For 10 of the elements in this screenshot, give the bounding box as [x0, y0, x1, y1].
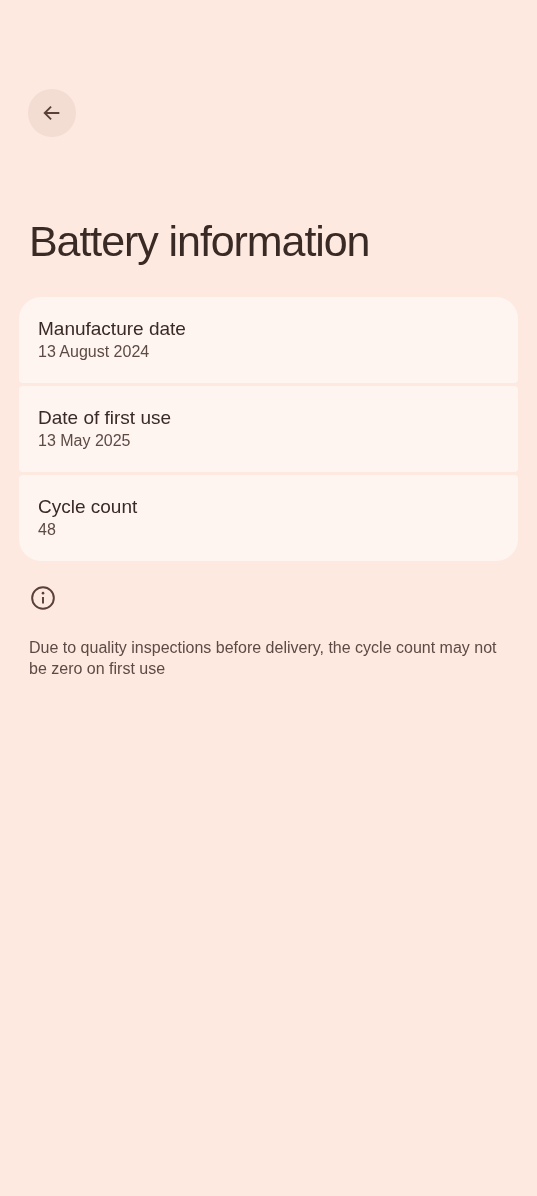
item-value: 13 May 2025: [38, 431, 132, 451]
item-value: 48: [38, 520, 57, 540]
item-label: Date of first use: [38, 406, 173, 430]
item-value: 13 August 2024: [38, 342, 151, 362]
item-label: Manufacture date: [38, 317, 187, 341]
back-button[interactable]: [28, 89, 76, 137]
item-label: Cycle count: [38, 495, 139, 519]
page-title: Battery information: [29, 216, 371, 267]
info-note: Due to quality inspections before delivery, the cycle count may not be zero on first use: [29, 638, 498, 679]
info-icon: [30, 585, 56, 611]
